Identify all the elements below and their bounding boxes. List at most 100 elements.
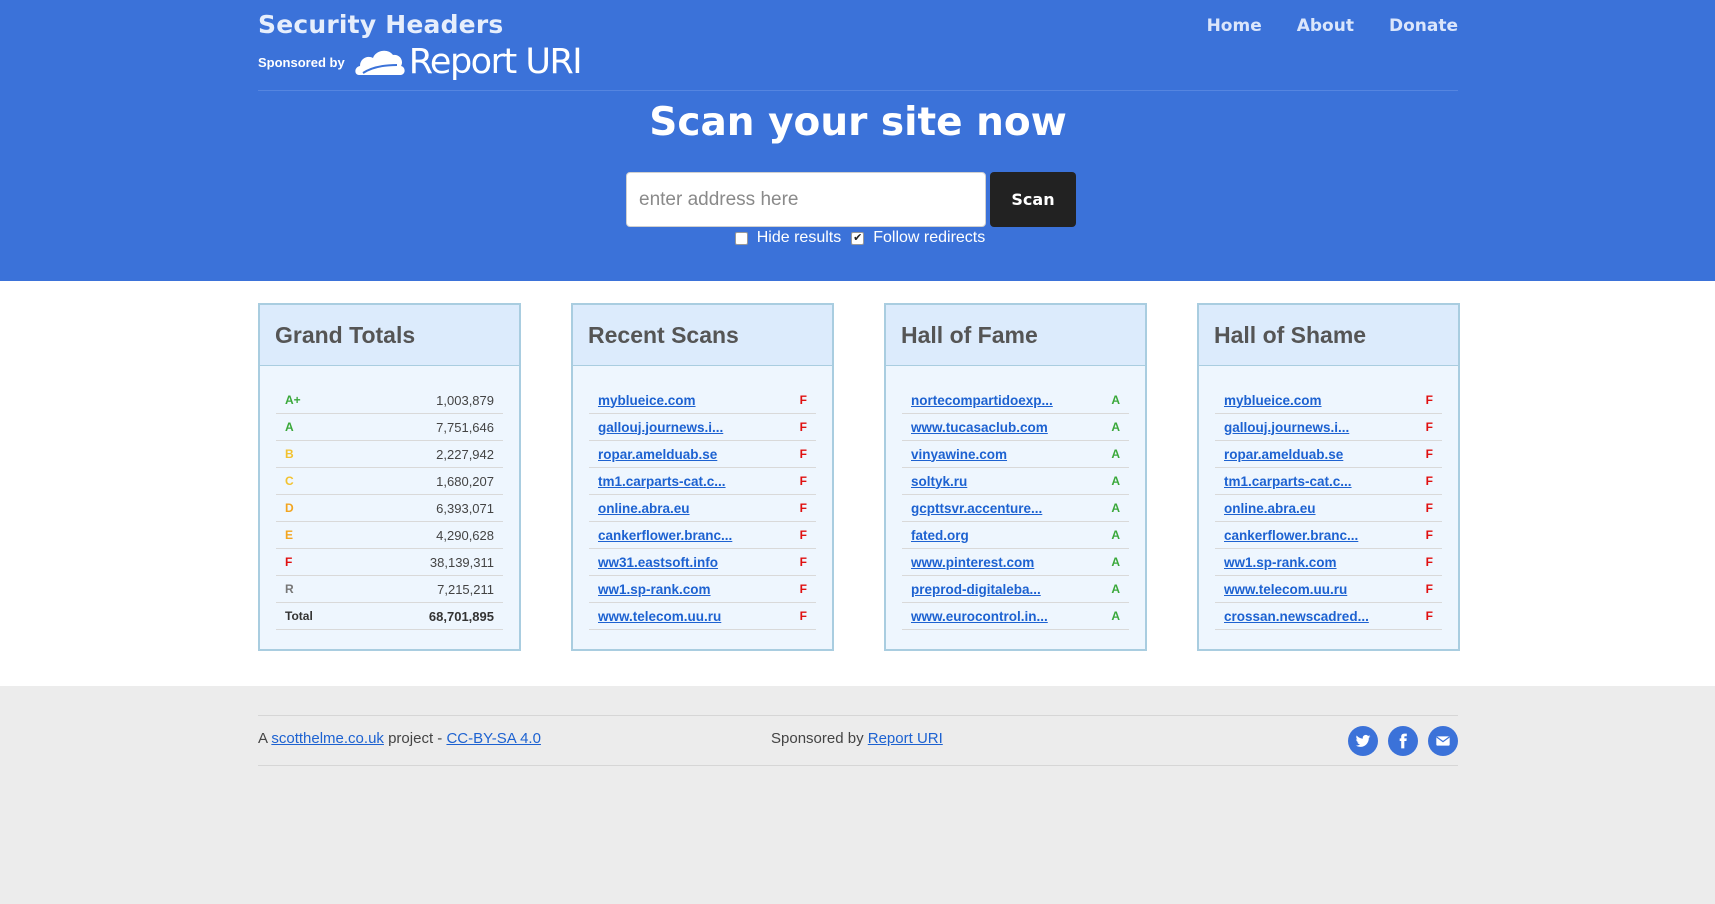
site-link[interactable]: myblueice.com [1224, 393, 1322, 408]
scan-button[interactable]: Scan [990, 172, 1076, 227]
grade-count: 1,003,879 [436, 392, 494, 408]
nav-home[interactable]: Home [1207, 16, 1262, 36]
site-grade: F [1425, 393, 1433, 407]
site-link[interactable]: cankerflower.branc... [1224, 528, 1358, 543]
email-icon[interactable] [1428, 726, 1458, 756]
site-grade: A [1111, 609, 1120, 623]
grade-label: A [285, 420, 294, 434]
hall-of-shame-title: Hall of Shame [1214, 321, 1367, 348]
site-grade: F [1425, 501, 1433, 515]
totals-row: E 4,290,628 [276, 522, 503, 549]
address-input[interactable] [626, 172, 986, 227]
footer-sponsor: Sponsored by Report URI [771, 730, 943, 747]
site-row: www.pinterest.com A [902, 549, 1129, 576]
hall-of-fame-title: Hall of Fame [901, 321, 1038, 348]
site-row: nortecompartidoexp... A [902, 387, 1129, 414]
site-link[interactable]: tm1.carparts-cat.c... [598, 474, 726, 489]
site-link[interactable]: ww31.eastsoft.info [598, 555, 718, 570]
license-link[interactable]: CC-BY-SA 4.0 [446, 730, 541, 747]
site-link[interactable]: crossan.newscadred... [1224, 609, 1369, 624]
site-grade: A [1111, 501, 1120, 515]
site-grade: F [799, 528, 807, 542]
hall-of-fame-header: Hall of Fame [886, 305, 1145, 366]
hall-of-shame-list: myblueice.com Fgallouj.journews.i... Fropa… [1199, 366, 1458, 630]
hero-divider [258, 90, 1458, 91]
site-link[interactable]: nortecompartidoexp... [911, 393, 1053, 408]
site-link[interactable]: fated.org [911, 528, 969, 543]
site-row: tm1.carparts-cat.c... F [589, 468, 816, 495]
twitter-icon[interactable] [1348, 726, 1378, 756]
grand-totals-title: Grand Totals [275, 321, 416, 348]
site-link[interactable]: gallouj.journews.i... [598, 420, 723, 435]
site-link[interactable]: www.eurocontrol.in... [911, 609, 1048, 624]
site-link[interactable]: tm1.carparts-cat.c... [1224, 474, 1352, 489]
site-link[interactable]: www.telecom.uu.ru [1224, 582, 1347, 597]
site-title[interactable]: Security Headers [258, 10, 503, 39]
hero-banner: Security Headers Sponsored by Report URI… [0, 0, 1715, 281]
site-grade: F [799, 609, 807, 623]
site-link[interactable]: ropar.amelduab.se [598, 447, 717, 462]
site-link[interactable]: vinyawine.com [911, 447, 1007, 462]
site-row: gallouj.journews.i... F [589, 414, 816, 441]
scotthelme-link[interactable]: scotthelme.co.uk [271, 730, 384, 747]
hide-results-checkbox[interactable] [734, 231, 748, 245]
site-row: crossan.newscadred... F [1215, 603, 1442, 630]
scan-options: Hide results ✔ Follow redirects [258, 229, 1458, 247]
site-link[interactable]: preprod-digitaleba... [911, 582, 1041, 597]
grade-label: Total [285, 609, 313, 623]
site-link[interactable]: ropar.amelduab.se [1224, 447, 1343, 462]
follow-redirects-checkbox[interactable]: ✔ [851, 231, 865, 245]
site-link[interactable]: gcpttsvr.accenture... [911, 501, 1042, 516]
site-row: tm1.carparts-cat.c... F [1215, 468, 1442, 495]
grand-totals-list: A+ 1,003,879 A 7,751,646 B 2,227,942 C 1,680,20… [260, 366, 519, 630]
site-link[interactable]: online.abra.eu [598, 501, 690, 516]
totals-row: C 1,680,207 [276, 468, 503, 495]
nav-about[interactable]: About [1297, 16, 1354, 36]
sponsor-line[interactable]: Sponsored by Report URI [258, 42, 583, 82]
social-links [1348, 726, 1458, 756]
hide-results-option[interactable]: Hide results [734, 229, 841, 247]
site-grade: F [799, 420, 807, 434]
site-link[interactable]: www.pinterest.com [911, 555, 1034, 570]
follow-redirects-option[interactable]: ✔ Follow redirects [851, 229, 985, 247]
site-grade: F [1425, 420, 1433, 434]
footer-sponsor-prefix: Sponsored by [771, 730, 864, 747]
facebook-icon[interactable] [1388, 726, 1418, 756]
site-grade: F [1425, 528, 1433, 542]
site-link[interactable]: cankerflower.branc... [598, 528, 732, 543]
footer-prefix: A [258, 730, 268, 747]
site-link[interactable]: www.tucasaclub.com [911, 420, 1048, 435]
site-row: ropar.amelduab.se F [589, 441, 816, 468]
grade-count: 2,227,942 [436, 446, 494, 462]
site-grade: A [1111, 474, 1120, 488]
grade-count: 68,701,895 [428, 608, 494, 624]
sponsored-by-label: Sponsored by [258, 54, 345, 70]
hall-of-shame-header: Hall of Shame [1199, 305, 1458, 366]
site-link[interactable]: ww1.sp-rank.com [598, 582, 711, 597]
site-grade: F [799, 447, 807, 461]
totals-row: R 7,215,211 [276, 576, 503, 603]
footer: A scotthelme.co.uk project - CC-BY-SA 4.… [0, 686, 1715, 904]
recent-scans-header: Recent Scans [573, 305, 832, 366]
site-row: online.abra.eu F [589, 495, 816, 522]
grade-count: 7,215,211 [437, 581, 494, 597]
site-grade: A [1111, 447, 1120, 461]
stats-section: Grand Totals A+ 1,003,879 A 7,751,646 B 2,227… [0, 281, 1715, 686]
totals-row: Total 68,701,895 [276, 603, 503, 630]
grade-label: D [285, 501, 294, 515]
nav-donate[interactable]: Donate [1389, 16, 1458, 36]
site-link[interactable]: soltyk.ru [911, 474, 967, 489]
grade-count: 4,290,628 [436, 527, 494, 543]
site-link[interactable]: online.abra.eu [1224, 501, 1316, 516]
site-link[interactable]: ww1.sp-rank.com [1224, 555, 1337, 570]
site-link[interactable]: myblueice.com [598, 393, 696, 408]
site-link[interactable]: gallouj.journews.i... [1224, 420, 1349, 435]
totals-row: A+ 1,003,879 [276, 387, 503, 414]
report-uri-link[interactable]: Report URI [868, 730, 943, 747]
stats-panels: Grand Totals A+ 1,003,879 A 7,751,646 B 2,227… [258, 303, 1460, 651]
site-grade: F [1425, 582, 1433, 596]
totals-row: F 38,139,311 [276, 549, 503, 576]
site-grade: A [1111, 582, 1120, 596]
site-link[interactable]: www.telecom.uu.ru [598, 609, 721, 624]
site-grade: F [799, 474, 807, 488]
